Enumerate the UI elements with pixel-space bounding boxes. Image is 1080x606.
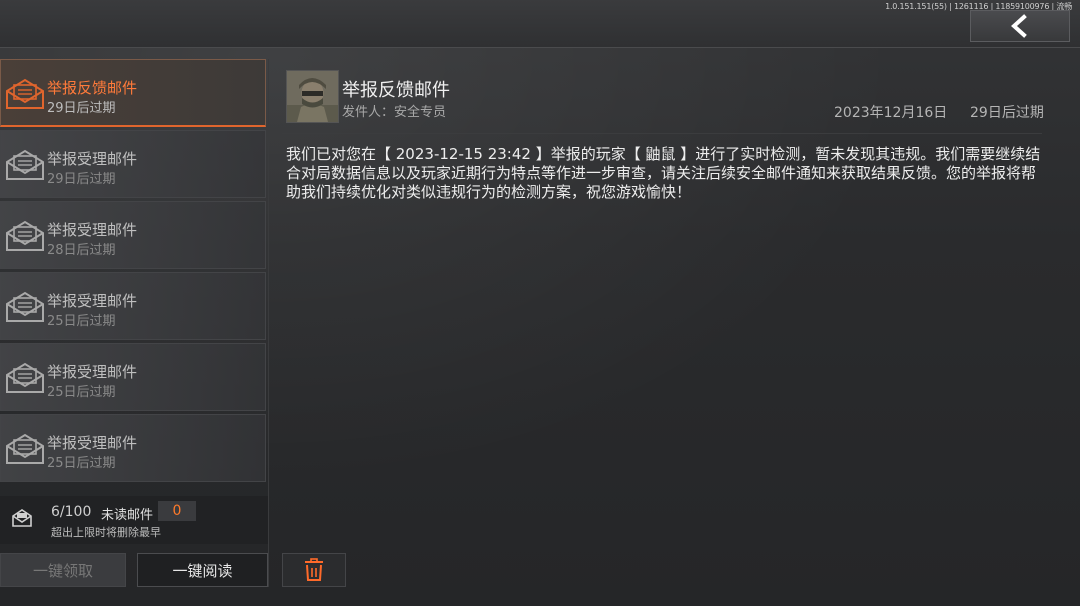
- quota-note: 超出上限时将删除最早: [51, 526, 161, 539]
- mail-date: 2023年12月16日: [834, 105, 948, 121]
- back-button[interactable]: [970, 10, 1070, 42]
- claim-all-button[interactable]: 一键领取: [0, 553, 126, 587]
- mail-item-title: 举报受理邮件: [47, 434, 138, 452]
- mail-body: 我们已对您在【 2023-12-15 23:42 】举报的玩家【 鼬鼠 】进行了…: [286, 145, 1041, 201]
- envelope-open-icon: [6, 220, 44, 251]
- read-all-button[interactable]: 一键阅读: [137, 553, 268, 587]
- envelope-open-icon: [6, 78, 44, 109]
- mail-list-item[interactable]: 举报受理邮件 29日后过期: [0, 130, 266, 198]
- mail-item-expiry: 29日后过期: [47, 101, 116, 116]
- unread-label: 未读邮件: [101, 508, 154, 523]
- mail-list-item[interactable]: 举报受理邮件 28日后过期: [0, 201, 266, 269]
- mail-list-item[interactable]: 举报受理邮件 25日后过期: [0, 343, 266, 411]
- envelope-open-icon: [6, 291, 44, 322]
- mail-list-item[interactable]: 举报受理邮件 25日后过期: [0, 414, 266, 482]
- mail-item-expiry: 29日后过期: [47, 172, 116, 187]
- mail-item-expiry: 28日后过期: [47, 243, 116, 258]
- mail-item-expiry: 25日后过期: [47, 456, 116, 471]
- unread-count-badge: 0: [158, 501, 196, 521]
- sender-avatar: [286, 70, 339, 123]
- envelope-open-icon: [6, 362, 44, 393]
- mail-item-title: 举报受理邮件: [47, 150, 138, 168]
- mail-item-expiry: 25日后过期: [47, 385, 116, 400]
- soldier-avatar-image: [287, 71, 338, 122]
- envelope-open-icon: [6, 433, 44, 464]
- trash-icon: [305, 558, 323, 581]
- mail-quota-panel: 6/100 未读邮件 0 超出上限时将删除最早: [0, 496, 268, 544]
- top-bar: 1.0.151.151(55) | 1261116 | 11859100976 …: [0, 0, 1080, 48]
- mail-item-title: 举报受理邮件: [47, 292, 138, 310]
- mailbox-icon: [12, 509, 32, 527]
- mail-item-expiry: 25日后过期: [47, 314, 116, 329]
- mail-item-title: 举报反馈邮件: [47, 79, 138, 97]
- mail-count: 6/100: [51, 504, 92, 520]
- panel-divider: [268, 59, 269, 587]
- mail-item-title: 举报受理邮件: [47, 221, 138, 239]
- chevron-left-icon: [1011, 14, 1027, 38]
- envelope-open-icon: [6, 149, 44, 180]
- delete-button[interactable]: [282, 553, 346, 587]
- mail-expiry: 29日后过期: [970, 105, 1044, 121]
- mail-sender: 发件人：安全专员: [342, 105, 447, 120]
- mail-list-item[interactable]: 举报受理邮件 25日后过期: [0, 272, 266, 340]
- mail-title: 举报反馈邮件: [342, 80, 450, 101]
- content-divider: [282, 133, 1042, 134]
- mail-list-item[interactable]: 举报反馈邮件 29日后过期: [0, 59, 266, 127]
- mail-item-title: 举报受理邮件: [47, 363, 138, 381]
